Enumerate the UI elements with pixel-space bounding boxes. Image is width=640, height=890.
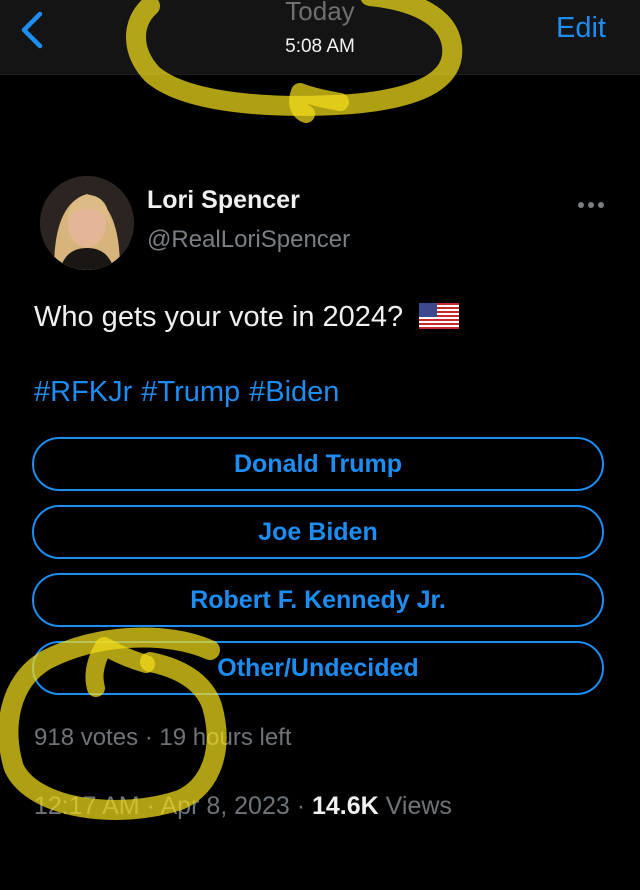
separator-dot: ·	[296, 792, 306, 820]
highlight-arrow-header	[289, 83, 349, 123]
poll-option-donald-trump[interactable]: Donald Trump	[32, 437, 604, 491]
poll-option-joe-biden[interactable]: Joe Biden	[32, 505, 604, 559]
hashtag-biden[interactable]: #Biden	[249, 376, 339, 408]
poll-status: 918 votes · 19 hours left	[34, 724, 292, 752]
ellipsis-icon	[578, 202, 604, 208]
more-options-button[interactable]	[576, 198, 606, 210]
tweet-meta: 12:17 AM · Apr 8, 2023 · 14.6K Views	[34, 792, 452, 821]
edit-button[interactable]: Edit	[556, 12, 606, 45]
author-handle[interactable]: @RealLoriSpencer	[147, 226, 350, 254]
poll-option-other-undecided[interactable]: Other/Undecided	[32, 641, 604, 695]
navigation-bar: Today 5:08 AM Edit	[0, 0, 640, 75]
tweet-body: Who gets your vote in 2024?	[34, 301, 460, 334]
poll-option-robert-f-kennedy-jr[interactable]: Robert F. Kennedy Jr.	[32, 573, 604, 627]
hashtag-trump[interactable]: #Trump	[141, 376, 240, 408]
hashtag-rfkjr[interactable]: #RFKJr	[34, 376, 132, 408]
nav-title-day: Today	[285, 0, 355, 26]
views-count[interactable]: 14.6K	[312, 792, 379, 820]
separator-dot: ·	[144, 724, 153, 751]
nav-title-time: 5:08 AM	[285, 36, 355, 57]
tweet-date: Apr 8, 2023	[160, 792, 290, 820]
tweet-text: Who gets your vote in 2024?	[34, 301, 404, 333]
separator-dot: ·	[146, 792, 155, 820]
hashtag-row: #RFKJr #Trump #Biden	[34, 376, 348, 409]
author-name[interactable]: Lori Spencer	[147, 186, 300, 215]
poll-time-left: 19 hours left	[159, 724, 292, 751]
views-label: Views	[385, 792, 452, 820]
poll-vote-count: 918 votes	[34, 724, 139, 751]
profile-photo	[40, 176, 134, 270]
tweet-time: 12:17 AM	[34, 792, 140, 820]
avatar[interactable]	[40, 176, 134, 270]
us-flag-icon	[419, 303, 460, 329]
